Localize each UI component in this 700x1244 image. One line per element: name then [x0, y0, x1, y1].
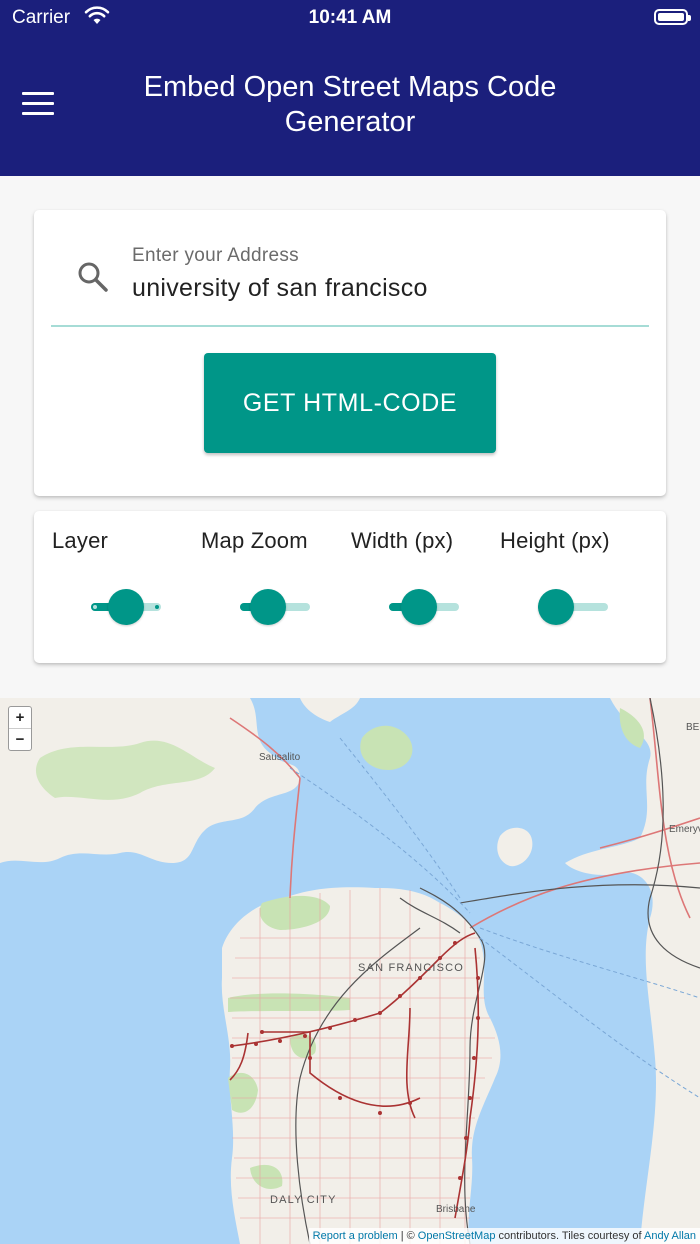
zoom-in-button[interactable]: +	[9, 707, 31, 728]
brisbane-label: Brisbane	[436, 1204, 476, 1215]
san-francisco-label: SAN FRANCISCO	[358, 962, 465, 974]
attribution-text: contributors. Tiles courtesy of	[495, 1230, 645, 1242]
height-slider-thumb[interactable]	[538, 589, 574, 625]
battery-icon	[654, 9, 691, 25]
page-title: Embed Open Street Maps Code Generator	[143, 71, 557, 138]
layer-slider-thumb[interactable]	[108, 589, 144, 625]
address-field-label: Enter your Address	[132, 245, 299, 266]
layer-label: Layer	[52, 528, 109, 553]
sausalito-label: Sausalito	[259, 752, 301, 763]
address-card: Enter your Address university of san fra…	[34, 210, 666, 496]
author-link[interactable]: Andy Allan	[644, 1230, 696, 1242]
clock: 10:41 AM	[308, 7, 392, 28]
map-tiles	[0, 698, 700, 1244]
zoom-out-button[interactable]: −	[9, 728, 31, 750]
get-html-code-button[interactable]: GET HTML-CODE	[204, 353, 496, 453]
address-input[interactable]: university of san francisco	[132, 274, 428, 303]
map-zoom-label: Map Zoom	[201, 528, 308, 553]
address-input-underline	[51, 325, 649, 327]
map-zoom-slider-thumb[interactable]	[250, 589, 286, 625]
map-zoom-control: + −	[8, 706, 32, 751]
height-slider[interactable]	[538, 589, 608, 625]
map-preview[interactable]: Sausalito SAN FRANCISCO DALY CITY Brisba…	[0, 698, 700, 1244]
map-settings-card: Layer Map Zoom Width (px) Height (px)	[34, 511, 666, 663]
width-slider-thumb[interactable]	[401, 589, 437, 625]
berkeley-label: BE	[686, 722, 700, 733]
status-bar: Carrier 10:41 AM	[0, 0, 700, 36]
app-header: Carrier 10:41 AM Embed Open Street Maps …	[0, 0, 700, 176]
width-label: Width (px)	[351, 528, 454, 553]
attribution-separator: | ©	[397, 1230, 418, 1242]
height-label: Height (px)	[500, 528, 610, 553]
openstreetmap-link[interactable]: OpenStreetMap	[418, 1230, 496, 1242]
report-problem-link[interactable]: Report a problem	[313, 1230, 398, 1242]
map-attribution: Report a problem | © OpenStreetMap contr…	[308, 1228, 700, 1244]
search-icon	[78, 262, 108, 292]
hamburger-menu-icon[interactable]	[22, 92, 54, 116]
daly-city-label: DALY CITY	[270, 1194, 337, 1206]
emeryville-label: Emeryvi	[669, 824, 700, 835]
layer-slider[interactable]	[91, 589, 161, 625]
map-zoom-slider[interactable]	[240, 589, 310, 625]
width-slider[interactable]	[389, 589, 459, 625]
